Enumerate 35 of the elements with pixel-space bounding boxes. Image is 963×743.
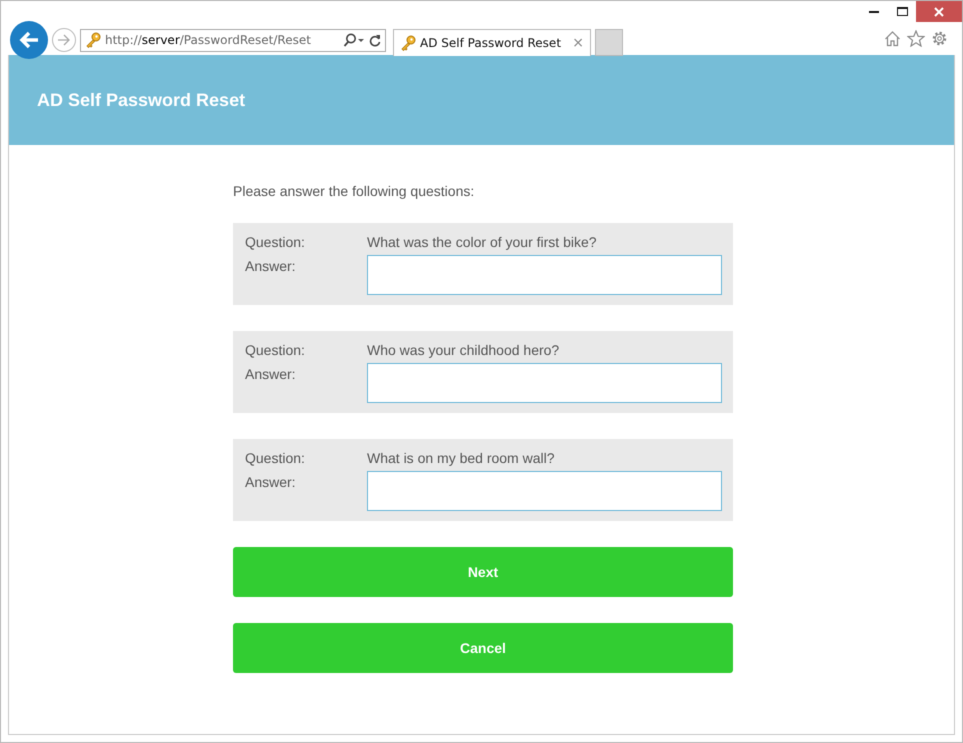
forward-button[interactable] [52,28,76,52]
answer-label: Answer: [245,257,297,276]
question-label: Question: [245,341,306,359]
instruction-text: Please answer the following questions: [233,183,476,199]
cancel-button[interactable]: Cancel [233,623,733,673]
key-icon [400,34,416,50]
search-icon[interactable] [343,33,365,47]
question-text: What is on my bed room wall? [367,449,556,467]
browser-tab[interactable]: AD Self Password Reset × [393,28,591,56]
close-icon [934,6,944,16]
key-icon [85,32,101,48]
arrow-left-icon [18,30,40,50]
maximize-icon[interactable] [896,7,908,16]
tab-close-button[interactable]: × [572,34,584,50]
home-icon[interactable] [884,30,901,47]
page-title: AD Self Password Reset [37,90,246,110]
minimize-icon[interactable] [869,10,879,13]
answer-field[interactable] [367,363,722,403]
star-icon[interactable] [907,30,925,47]
answer-label: Answer: [245,365,297,384]
question-label: Question: [245,233,306,251]
address-field[interactable]: http://server/PasswordReset/Reset [80,28,386,52]
answer-field[interactable] [367,255,722,295]
refresh-icon[interactable] [369,34,381,46]
settings-icon[interactable] [931,30,948,47]
answer-label: Answer: [245,473,297,492]
url-text: http://server/PasswordReset/Reset [105,33,312,47]
close-button[interactable] [916,1,962,22]
back-button[interactable] [10,21,48,59]
answer-field[interactable] [367,471,722,511]
next-button[interactable]: Next [233,547,733,597]
question-text: What was the color of your first bike? [367,233,598,251]
question-label: Question: [245,449,306,467]
question-text: Who was your childhood hero? [367,341,560,359]
arrow-right-icon [57,34,71,46]
